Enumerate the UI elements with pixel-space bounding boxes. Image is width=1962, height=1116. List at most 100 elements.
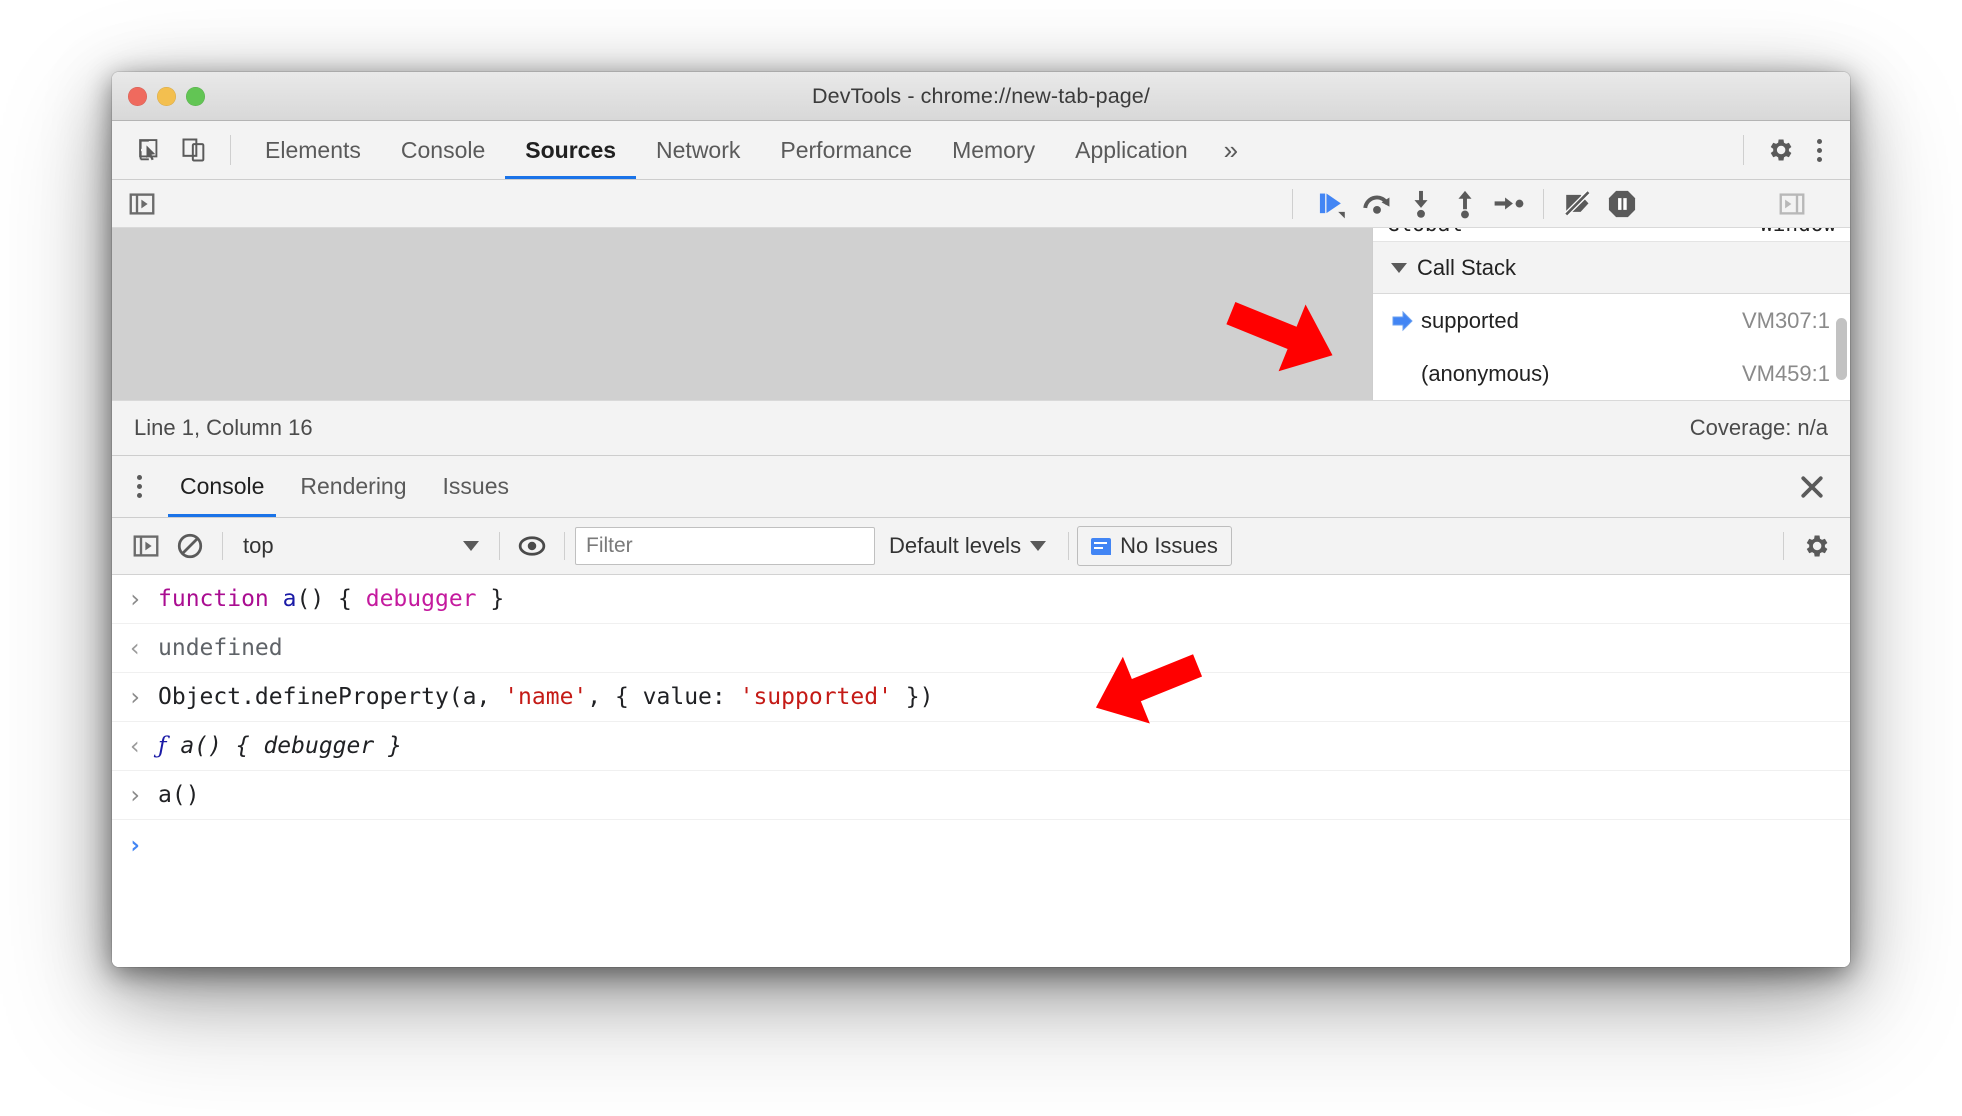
log-levels-value: Default levels	[889, 533, 1022, 558]
show-navigator-icon[interactable]	[120, 184, 164, 224]
console-toolbar: top Default levels	[112, 518, 1850, 575]
call-stack-frame-supported[interactable]: supported VM307:1	[1373, 294, 1850, 347]
tab-memory[interactable]: Memory	[932, 121, 1055, 179]
call-stack-frame-anonymous[interactable]: (anonymous) VM459:1	[1373, 347, 1850, 400]
code-token: a()	[158, 782, 200, 808]
console-message-row[interactable]: ‹ undefined	[112, 624, 1850, 673]
debug-controls-divider	[1292, 189, 1293, 219]
debug-controls-group	[1292, 180, 1644, 228]
frame-location: VM459:1	[1741, 360, 1830, 386]
tab-sources[interactable]: Sources	[505, 121, 636, 179]
sources-body: Global Window Call Stack	[112, 228, 1850, 400]
code-token: ƒ	[158, 733, 167, 759]
code-token: 'name'	[504, 684, 588, 710]
editor-status-bar: Line 1, Column 16 Coverage: n/a	[112, 400, 1850, 455]
console-message-text: a()	[158, 782, 200, 808]
resume-script-execution-button[interactable]	[1311, 184, 1355, 224]
scope-pane-clipped-row[interactable]: Global Window	[1373, 228, 1850, 242]
more-options-icon[interactable]	[1802, 138, 1836, 162]
console-output-marker: ‹	[127, 732, 143, 760]
step-into-next-function-call-button[interactable]	[1399, 184, 1443, 224]
step-over-next-function-call-button[interactable]	[1355, 184, 1399, 224]
tab-elements[interactable]: Elements	[245, 121, 381, 179]
filter-input[interactable]	[575, 527, 875, 565]
console-prompt-marker: ›	[127, 830, 143, 859]
step-button[interactable]	[1487, 184, 1531, 224]
step-out-of-current-function-button[interactable]	[1443, 184, 1487, 224]
devtools-tabbar: Elements Console Sources Network Perform…	[112, 121, 1850, 180]
issues-status-button[interactable]: No Issues	[1077, 526, 1232, 566]
console-context-value: top	[243, 533, 274, 558]
inspect-element-icon[interactable]	[128, 130, 172, 170]
gear-icon[interactable]	[1758, 130, 1802, 170]
code-token: undefined	[158, 635, 283, 661]
console-message-text: undefined	[158, 635, 283, 661]
drawer-tab-issues[interactable]: Issues	[425, 456, 527, 517]
console-input-marker: ›	[127, 781, 143, 809]
window-titlebar: DevTools - chrome://new-tab-page/	[112, 72, 1850, 121]
coverage-status: Coverage: n/a	[1689, 415, 1828, 440]
devtools-window: DevTools - chrome://new-tab-page/ Elemen…	[112, 72, 1850, 967]
chevron-down-icon	[1391, 262, 1407, 273]
console-message-text: ƒ a() { debugger }	[158, 733, 402, 759]
screenshot-stage: DevTools - chrome://new-tab-page/ Elemen…	[0, 0, 1962, 1116]
console-message-row[interactable]: › Object.defineProperty(a, 'name', { valu…	[112, 673, 1850, 722]
code-token: }	[476, 586, 505, 612]
code-token: a() { debugger }	[166, 733, 402, 759]
chevron-down-icon	[463, 541, 479, 551]
console-message-list[interactable]: › function a() { debugger } ‹ undefined › Obj…	[112, 575, 1850, 967]
current-frame-arrow-icon	[1391, 310, 1421, 332]
log-levels-selector[interactable]: Default levels	[875, 533, 1060, 559]
drawer-tab-rendering[interactable]: Rendering	[282, 456, 424, 517]
console-output-marker: ‹	[127, 634, 143, 662]
drawer-more-options-icon[interactable]	[122, 475, 156, 498]
show-debugger-icon[interactable]	[1770, 184, 1814, 224]
scope-row-name: Global	[1387, 228, 1463, 236]
pause-on-exceptions-button[interactable]	[1600, 184, 1644, 224]
tab-performance[interactable]: Performance	[760, 121, 932, 179]
more-tabs-button[interactable]: »	[1208, 135, 1254, 166]
console-message-row[interactable]: › a()	[112, 771, 1850, 820]
console-message-row[interactable]: ‹ ƒ a() { debugger }	[112, 722, 1850, 771]
close-drawer-icon[interactable]	[1790, 467, 1834, 507]
code-token: 'supported'	[739, 684, 892, 710]
tabbar-divider-right	[1743, 135, 1744, 165]
clear-console-icon[interactable]	[168, 526, 212, 566]
drawer-tab-console[interactable]: Console	[162, 456, 282, 517]
console-message-text: Object.defineProperty(a, 'name', { value…	[158, 684, 933, 710]
call-stack-header[interactable]: Call Stack	[1373, 242, 1850, 294]
drawer-tabbar: Console Rendering Issues	[112, 456, 1850, 518]
call-stack-title: Call Stack	[1417, 254, 1517, 280]
code-token: Object.defineProperty(a,	[158, 684, 505, 710]
sources-panel: Global Window Call Stack	[112, 180, 1850, 456]
debug-controls-divider-2	[1543, 189, 1544, 219]
console-toolbar-divider-5	[1783, 532, 1784, 560]
tab-network[interactable]: Network	[636, 121, 760, 179]
console-toolbar-divider-4	[1068, 532, 1070, 560]
window-title: DevTools - chrome://new-tab-page/	[812, 83, 1150, 108]
console-message-row[interactable]: › function a() { debugger }	[112, 575, 1850, 624]
console-toolbar-divider-2	[499, 532, 500, 560]
console-input-marker: ›	[127, 683, 143, 711]
chevron-down-icon	[1030, 541, 1047, 551]
tab-application[interactable]: Application	[1055, 121, 1208, 179]
tab-console[interactable]: Console	[381, 121, 505, 179]
live-expression-icon[interactable]	[510, 526, 554, 566]
device-toolbar-icon[interactable]	[172, 130, 216, 170]
console-context-selector[interactable]: top	[233, 533, 489, 559]
scope-row-value: Window	[1760, 228, 1836, 236]
code-token: a	[282, 586, 297, 612]
tabbar-divider	[230, 135, 231, 165]
issues-label: No Issues	[1120, 533, 1218, 558]
console-toolbar-divider-3	[564, 532, 565, 560]
console-settings-icon[interactable]	[1794, 526, 1838, 566]
frame-location: VM307:1	[1741, 307, 1830, 333]
console-message-row[interactable]: ›	[112, 820, 1850, 869]
console-toolbar-divider-1	[222, 532, 223, 560]
debugger-sidebar-scrollbar[interactable]	[1836, 318, 1847, 380]
console-sidebar-icon[interactable]	[124, 526, 168, 566]
source-editor[interactable]	[112, 228, 1372, 400]
deactivate-breakpoints-button[interactable]	[1556, 184, 1600, 224]
frame-name: (anonymous)	[1421, 360, 1550, 386]
issues-icon	[1091, 537, 1112, 555]
